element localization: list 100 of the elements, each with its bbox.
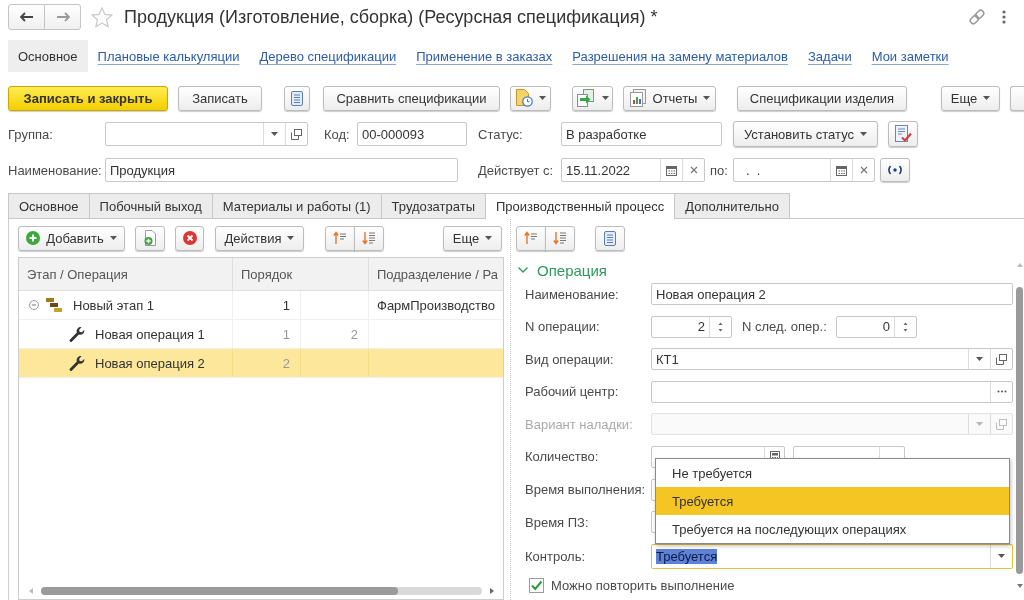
compare-button[interactable]: Сравнить спецификации (323, 85, 500, 111)
caret-icon (703, 96, 711, 100)
tab[interactable]: Материалы и работы (1) (211, 193, 382, 218)
column-header[interactable]: Порядок (233, 258, 369, 290)
status-field[interactable]: В разработке (561, 122, 722, 146)
scrollbar-track[interactable] (41, 587, 482, 595)
select-field[interactable]: Требуется (651, 543, 1013, 569)
select-field[interactable]: КТ1 (651, 348, 1013, 371)
date-field[interactable]: 15.11.2022 (561, 158, 705, 182)
link-icon[interactable] (968, 8, 986, 26)
list-button[interactable] (284, 85, 310, 111)
checklist-button[interactable] (888, 121, 918, 147)
section-link[interactable]: Задачи (798, 40, 862, 72)
more-button[interactable]: Еще (941, 85, 1000, 111)
star-icon[interactable] (91, 6, 113, 28)
clear-icon (859, 166, 868, 174)
scrollbar-thumb[interactable] (41, 587, 399, 595)
stacked-blocks-icon (45, 297, 63, 313)
table-cell: 2 (233, 349, 301, 377)
text-field[interactable]: Новая операция 2 (651, 283, 1013, 305)
partial-button[interactable] (1010, 85, 1024, 111)
period-button[interactable] (880, 158, 910, 182)
more-button[interactable]: Еще (443, 225, 502, 251)
add-button[interactable]: Добавить (18, 225, 125, 251)
tab[interactable]: Дополнительно (674, 193, 790, 218)
table-row[interactable]: Новый этап 1 1 ФармПроизводство (19, 291, 503, 320)
dropdown-option[interactable]: Требуется (656, 487, 1009, 515)
group-field[interactable] (105, 122, 308, 146)
product-specifications-button[interactable]: Спецификации изделия (737, 85, 907, 111)
section-tab[interactable]: Основное (8, 40, 88, 72)
actions-button[interactable]: Действия (215, 225, 304, 251)
name-field[interactable]: Продукция (105, 158, 458, 182)
back-button[interactable] (8, 4, 45, 30)
table-cell: 1 (233, 320, 301, 348)
caret-icon (287, 236, 295, 240)
scroll-left-icon[interactable] (29, 588, 33, 594)
scroll-right-icon[interactable] (490, 588, 494, 594)
caret-icon (271, 132, 278, 136)
document-menu-button[interactable] (510, 85, 551, 111)
dropdown-option[interactable]: Не требуется (656, 459, 1009, 487)
dropdown-option[interactable]: Требуется на последующих операциях (656, 515, 1009, 543)
move-up-button[interactable] (516, 225, 546, 251)
section-link[interactable]: Плановые калькуляции (87, 40, 250, 72)
code-field[interactable]: 00-000093 (357, 122, 467, 146)
checklist-icon (894, 125, 912, 143)
open-window-icon (291, 128, 302, 140)
field-label: Наименование: (525, 286, 620, 302)
list-icon (604, 230, 616, 246)
caret-icon (860, 132, 868, 136)
tab[interactable]: Побочный выход (88, 193, 213, 218)
clear-icon (689, 166, 698, 174)
set-status-button[interactable]: Установить статус (733, 121, 878, 147)
scroll-up-icon[interactable] (1016, 263, 1023, 267)
move-down-button[interactable] (354, 225, 384, 251)
field-label: Контроль: (525, 548, 587, 564)
save-button[interactable]: Записать (178, 85, 262, 111)
scroll-down-icon[interactable] (1016, 584, 1023, 588)
documents-menu-button[interactable] (572, 85, 613, 111)
checkbox[interactable] (529, 578, 544, 594)
open-window-icon (996, 418, 1007, 430)
add-copy-button[interactable] (135, 225, 165, 251)
tab[interactable]: Трудозатраты (380, 193, 486, 218)
list-button[interactable] (595, 225, 625, 251)
caret-icon (109, 236, 117, 240)
back-arrow-icon (19, 12, 34, 22)
table-cell: 2 (301, 320, 369, 348)
date-field[interactable]: . . (733, 158, 875, 182)
delete-button[interactable] (175, 225, 204, 251)
move-up-button[interactable] (325, 225, 355, 251)
caret-icon (485, 236, 493, 240)
section-link[interactable]: Дерево спецификации (249, 40, 407, 72)
open-window-icon (996, 353, 1007, 365)
document-plus-icon (143, 230, 157, 246)
section-link[interactable]: Мои заметки (861, 40, 959, 72)
tab[interactable]: Основное (8, 193, 90, 218)
section-link[interactable]: Разрешения на замену материалов (562, 40, 798, 72)
waves-icon (887, 165, 903, 175)
arrow-up-list-icon (524, 231, 538, 245)
chart-document-icon (628, 89, 647, 107)
number-field[interactable]: 2 (651, 315, 732, 338)
move-down-button[interactable] (545, 225, 575, 251)
table-row[interactable]: Новая операция 2 2 (19, 349, 503, 378)
list-icon (291, 90, 303, 106)
arrow-down-list-icon (362, 231, 376, 245)
tree-item-label: Новый этап 1 (73, 297, 154, 313)
save-and-close-button[interactable]: Записать и закрыть (8, 85, 168, 111)
scrollbar-thumb[interactable] (1016, 287, 1023, 574)
up-down-icon (903, 320, 908, 333)
section-link[interactable]: Применение в заказах (406, 40, 563, 72)
wrench-icon (67, 355, 85, 371)
caret-icon (976, 357, 983, 362)
column-header[interactable]: Этап / Операция (19, 258, 233, 290)
collapse-icon[interactable] (29, 300, 39, 310)
choice-field[interactable] (651, 380, 1013, 403)
tab[interactable]: Производственный процесс (485, 193, 676, 219)
number-field[interactable]: 0 (836, 315, 917, 338)
column-header[interactable]: Подразделение / Ра (369, 258, 503, 290)
more-icon[interactable] (1002, 10, 1006, 24)
group-header[interactable]: Операция (516, 261, 607, 279)
reports-button[interactable]: Отчеты (623, 85, 716, 111)
